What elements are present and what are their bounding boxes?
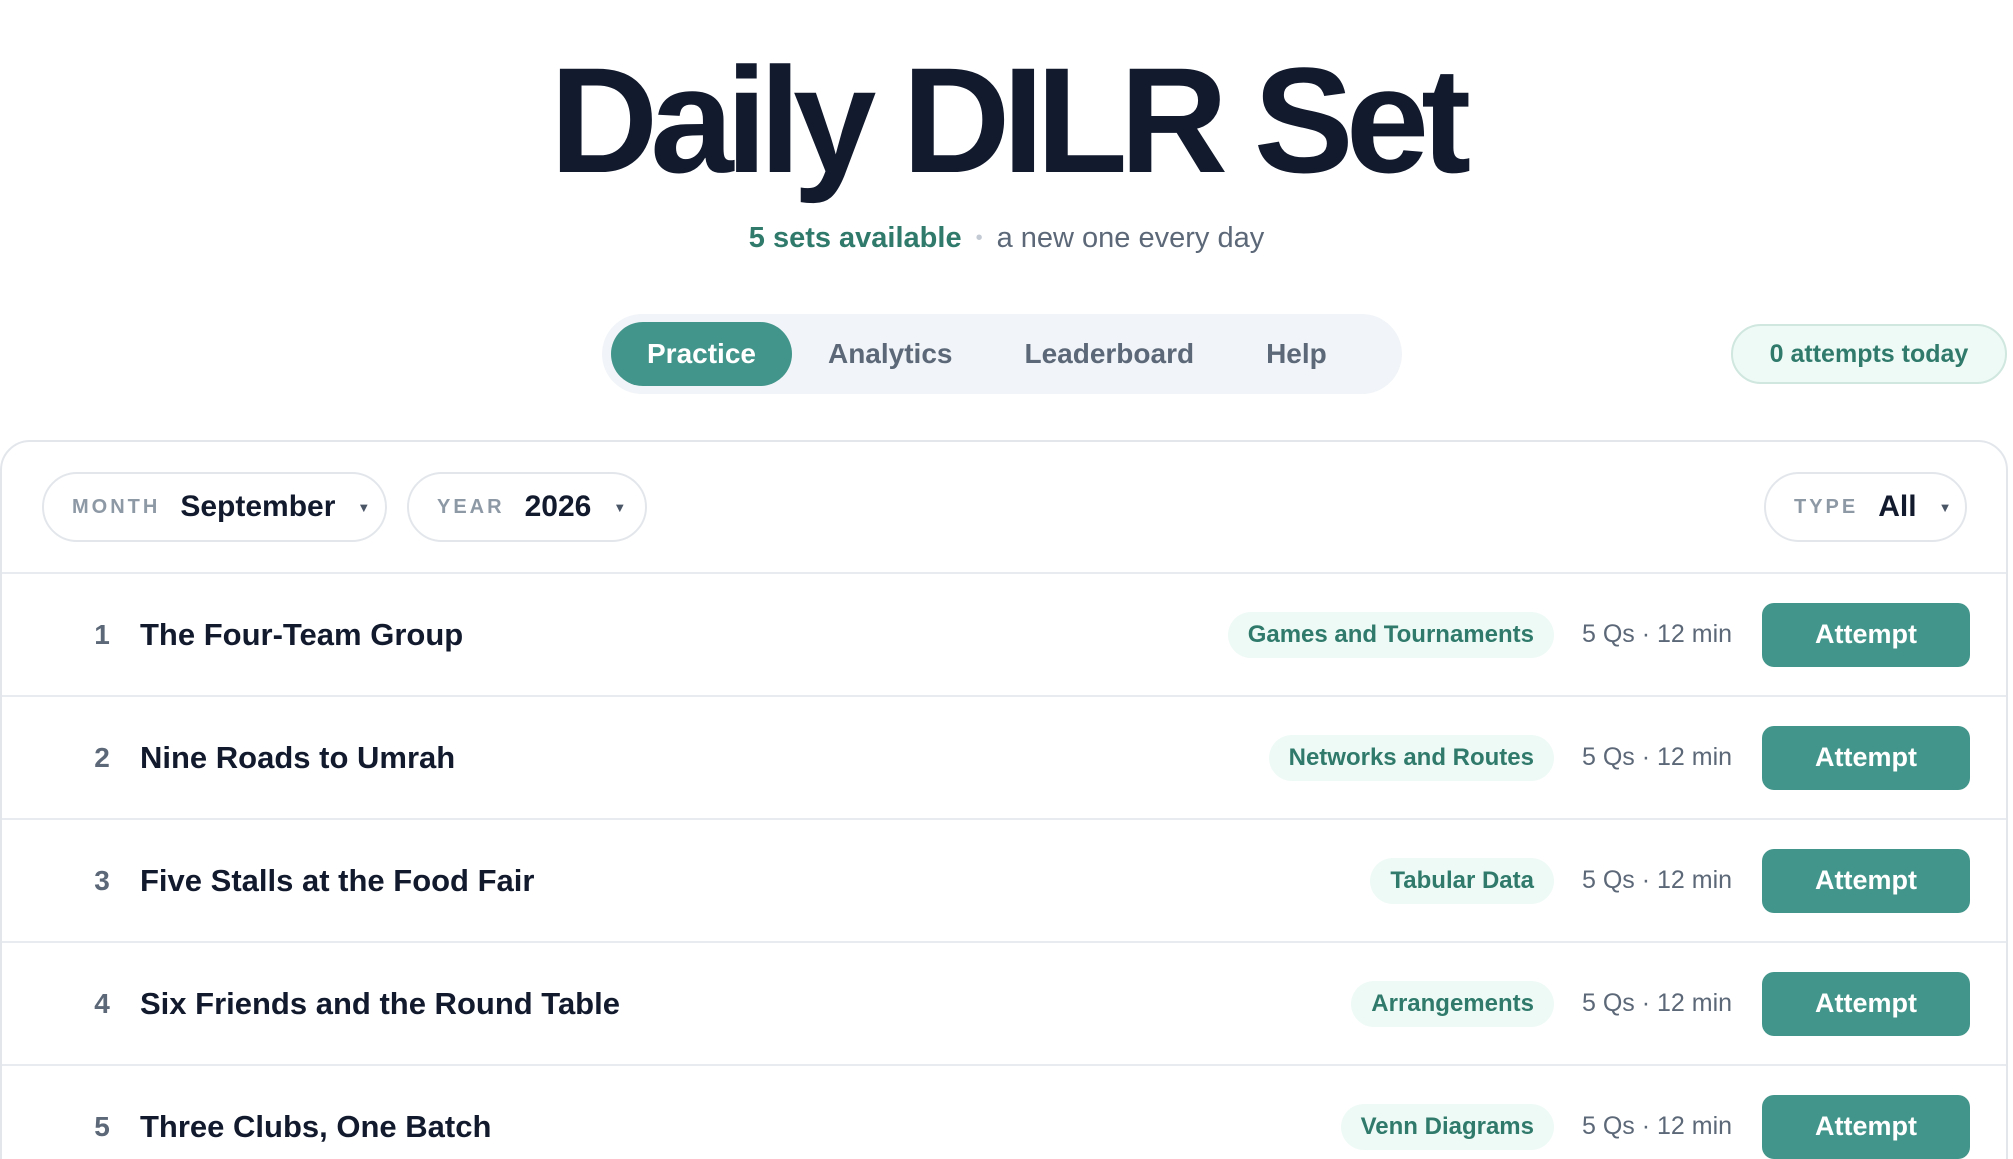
set-number: 3	[94, 865, 110, 896]
type-filter-value: All	[1878, 490, 1917, 523]
set-row: 2 Nine Roads to Umrah Networks and Route…	[2, 695, 2006, 818]
tab-bar: Practice Analytics Leaderboard Help	[602, 314, 1402, 394]
set-title: Nine Roads to Umrah	[140, 740, 456, 775]
set-title: Three Clubs, One Batch	[140, 1109, 492, 1144]
year-filter-label: YEAR	[437, 495, 505, 518]
tab-analytics[interactable]: Analytics	[792, 322, 989, 386]
month-filter[interactable]: MONTH September ▼	[42, 472, 387, 542]
attempts-today-badge: 0 attempts today	[1731, 324, 2007, 384]
set-type-tag: Venn Diagrams	[1340, 1103, 1554, 1150]
set-row-actions: Venn Diagrams 5 Qs · 12 min Attempt	[1340, 1066, 1970, 1159]
set-row: 1 The Four-Team Group Games and Tourname…	[2, 572, 2006, 695]
set-row-actions: Arrangements 5 Qs · 12 min Attempt	[1351, 943, 1970, 1064]
type-filter[interactable]: TYPE All ▼	[1764, 472, 1967, 542]
attempt-button[interactable]: Attempt	[1762, 725, 1970, 790]
month-filter-label: MONTH	[72, 495, 161, 518]
sets-list: 1 The Four-Team Group Games and Tourname…	[2, 572, 2006, 1159]
attempt-button[interactable]: Attempt	[1762, 848, 1970, 913]
attempt-button[interactable]: Attempt	[1762, 971, 1970, 1036]
year-filter[interactable]: YEAR 2026 ▼	[407, 472, 647, 542]
tab-practice[interactable]: Practice	[611, 322, 792, 386]
sets-card: MONTH September ▼ YEAR 2026 ▼ TYPE All ▼…	[0, 440, 2008, 1159]
set-type-tag: Tabular Data	[1370, 857, 1554, 904]
tab-leaderboard[interactable]: Leaderboard	[988, 322, 1230, 386]
set-row: 4 Six Friends and the Round Table Arrang…	[2, 941, 2006, 1064]
set-type-tag: Networks and Routes	[1268, 734, 1554, 781]
chevron-down-icon: ▼	[613, 499, 627, 515]
chevron-down-icon: ▼	[1938, 499, 1952, 515]
chevron-down-icon: ▼	[357, 499, 371, 515]
attempt-button[interactable]: Attempt	[1762, 1094, 1970, 1159]
set-type-tag: Games and Tournaments	[1227, 611, 1554, 658]
sets-available-count: 5 sets available	[748, 222, 962, 254]
page-title: Daily DILR Set	[549, 36, 1471, 204]
set-meta: 5 Qs · 12 min	[1582, 1112, 1733, 1140]
set-number: 5	[94, 1111, 110, 1142]
year-filter-value: 2026	[524, 490, 592, 523]
set-title: Six Friends and the Round Table	[140, 986, 620, 1021]
set-row-actions: Tabular Data 5 Qs · 12 min Attempt	[1370, 820, 1970, 941]
page: Daily DILR Set 5 sets available • a new on…	[0, 0, 2013, 1159]
set-type-tag: Arrangements	[1351, 980, 1554, 1027]
set-meta: 5 Qs · 12 min	[1582, 989, 1733, 1017]
tab-help[interactable]: Help	[1230, 322, 1363, 386]
set-row: 3 Five Stalls at the Food Fair Tabular D…	[2, 818, 2006, 941]
set-row: 5 Three Clubs, One Batch Venn Diagrams 5…	[2, 1064, 2006, 1159]
set-title: Five Stalls at the Food Fair	[140, 863, 535, 898]
set-row-actions: Networks and Routes 5 Qs · 12 min Attemp…	[1268, 697, 1970, 818]
set-number: 4	[94, 988, 110, 1019]
set-meta: 5 Qs · 12 min	[1582, 620, 1733, 648]
set-number: 2	[94, 742, 110, 773]
set-meta: 5 Qs · 12 min	[1582, 743, 1733, 771]
set-row-actions: Games and Tournaments 5 Qs · 12 min Atte…	[1227, 574, 1970, 695]
attempt-button[interactable]: Attempt	[1762, 602, 1970, 667]
month-filter-value: September	[180, 490, 336, 523]
type-filter-label: TYPE	[1794, 495, 1859, 518]
subtitle: 5 sets available • a new one every day	[0, 218, 2013, 258]
separator-dot: •	[975, 227, 983, 249]
set-number: 1	[94, 619, 110, 650]
subtitle-note: a new one every day	[996, 222, 1265, 254]
set-meta: 5 Qs · 12 min	[1582, 866, 1733, 894]
set-title: The Four-Team Group	[140, 617, 464, 652]
